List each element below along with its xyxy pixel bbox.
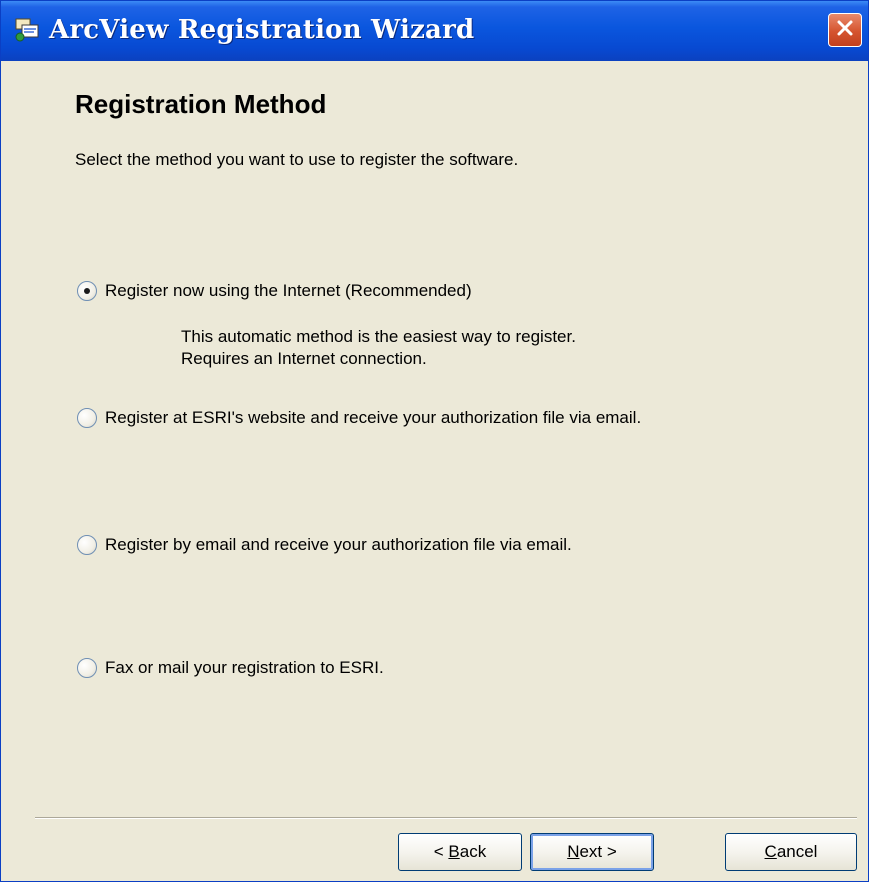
- option-register-website[interactable]: Register at ESRI's website and receive y…: [77, 408, 641, 428]
- page-subtitle: Select the method you want to use to reg…: [75, 150, 519, 169]
- separator: [35, 817, 857, 819]
- option-description: This automatic method is the easiest way…: [181, 326, 576, 370]
- radio-register-internet[interactable]: [77, 281, 97, 301]
- description-line: Requires an Internet connection.: [181, 349, 427, 368]
- close-button[interactable]: [828, 13, 862, 47]
- button-label: < Back: [433, 842, 487, 861]
- page-title: Registration Method: [75, 89, 327, 119]
- close-icon: [835, 18, 855, 43]
- radio-register-website[interactable]: [77, 408, 97, 428]
- button-label: Next >: [567, 842, 617, 861]
- next-button[interactable]: Next >: [530, 833, 654, 871]
- title-bar[interactable]: ArcView Registration Wizard: [1, 1, 868, 61]
- option-register-email[interactable]: Register by email and receive your autho…: [77, 535, 572, 555]
- radio-register-email[interactable]: [77, 535, 97, 555]
- radio-fax-mail[interactable]: [77, 658, 97, 678]
- back-button[interactable]: < Back: [398, 833, 522, 871]
- option-label: Register by email and receive your autho…: [105, 535, 572, 554]
- option-fax-mail[interactable]: Fax or mail your registration to ESRI.: [77, 658, 384, 678]
- window-title: ArcView Registration Wizard: [49, 15, 475, 45]
- option-register-internet[interactable]: Register now using the Internet (Recomme…: [77, 281, 472, 301]
- cancel-button[interactable]: Cancel: [725, 833, 857, 871]
- option-label: Register now using the Internet (Recomme…: [105, 281, 472, 300]
- registration-wizard-icon: [13, 16, 41, 44]
- option-label: Fax or mail your registration to ESRI.: [105, 658, 384, 677]
- registration-wizard-window: ArcView Registration Wizard Registration…: [0, 0, 869, 882]
- button-label: Cancel: [764, 842, 818, 861]
- option-label: Register at ESRI's website and receive y…: [105, 408, 642, 427]
- description-line: This automatic method is the easiest way…: [181, 327, 576, 346]
